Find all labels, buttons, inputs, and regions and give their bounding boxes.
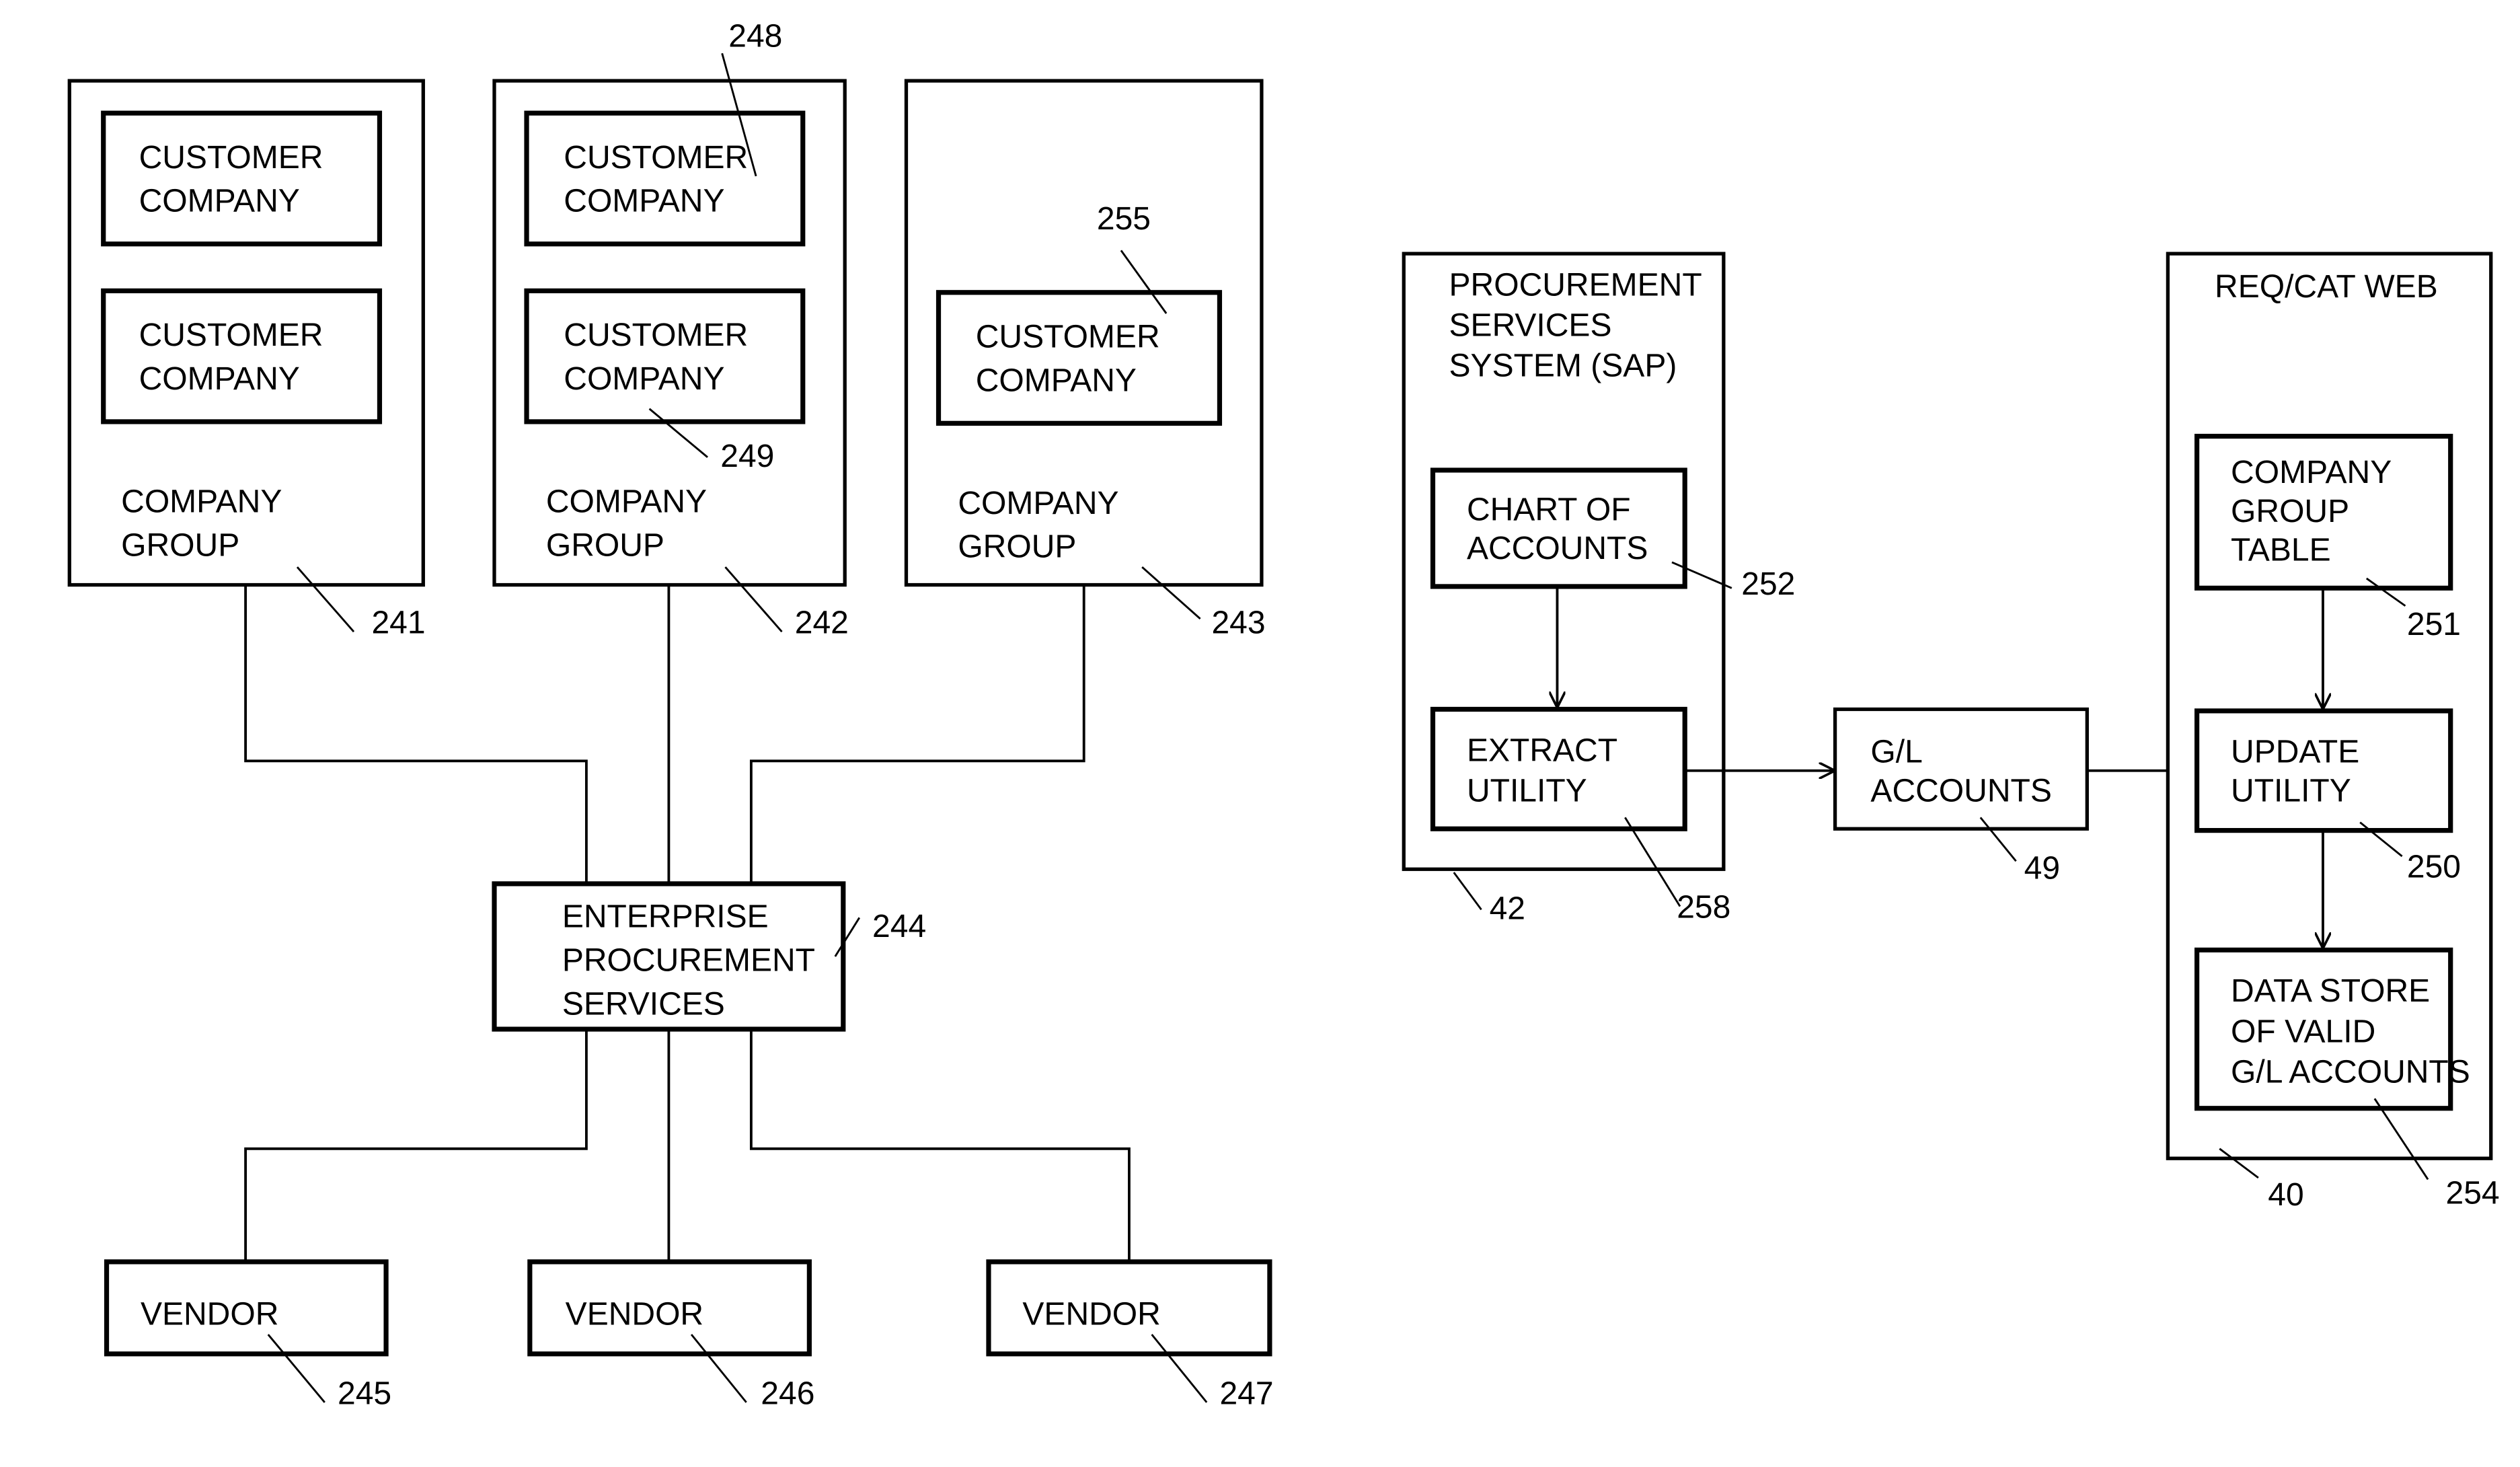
gl-accounts-label-line1: G/L [1870,735,1922,770]
customer-company-label-line2: COMPANY [976,363,1137,398]
vendor-label: VENDOR [141,1297,278,1332]
ref-number: 246 [761,1376,814,1411]
customer-company-label-line2: COMPANY [564,184,724,219]
ref-number: 241 [371,605,425,641]
hub-label-line1: ENTERPRISE [562,899,769,935]
company-group-table-label-line2: GROUP [2231,494,2349,529]
reqcat-web: REQ/CAT WEB 40 COMPANY GROUP TABLE 251 U… [2166,252,2500,1213]
extract-utility-label-line2: UTILITY [1467,773,1587,808]
gl-accounts-label-line2: ACCOUNTS [1870,773,2051,808]
vendor-box-246: VENDOR 246 [527,1259,814,1411]
ref-number: 49 [2024,851,2060,887]
company-group-label-line1: COMPANY [121,484,282,519]
ref-number: 251 [2407,607,2461,642]
customer-company-label-line1: CUSTOMER [976,319,1160,354]
data-store-label-line1: DATA STORE [2231,973,2430,1009]
data-store-label-line2: OF VALID [2231,1014,2375,1049]
customer-company-label-line1: CUSTOMER [139,317,323,353]
ref-number: 40 [2268,1177,2303,1213]
gl-accounts-box: G/L ACCOUNTS 49 [1833,707,2089,887]
sap-label-line2: SERVICES [1449,308,1612,344]
extract-utility-label-line1: EXTRACT [1467,732,1617,768]
ref-number: 258 [1677,889,1730,925]
company-group-table-label-line3: TABLE [2231,532,2331,568]
hub-label-line3: SERVICES [562,986,725,1022]
customer-company-label-line2: COMPANY [564,361,724,397]
ref-number: 42 [1490,891,1525,927]
ref-number: 244 [872,909,926,944]
hub-label-line2: PROCUREMENT [562,943,815,979]
ref-number: 248 [728,19,782,54]
ref-number: 254 [2446,1175,2500,1211]
ref-number: 255 [1097,201,1151,237]
customer-company-box: CUSTOMER COMPANY [101,110,383,247]
ref-number: 250 [2407,849,2461,885]
vendor-box-247: VENDOR 247 [986,1259,1274,1411]
customer-company-label-line1: CUSTOMER [139,140,323,176]
company-group-label-line2: GROUP [121,527,239,563]
ref-number: 243 [1211,605,1265,641]
company-group-table-label-line1: COMPANY [2231,455,2392,490]
company-group-label-line1: COMPANY [958,486,1118,521]
data-store-label-line3: G/L ACCOUNTS [2231,1054,2470,1090]
ref-number: 245 [338,1376,391,1411]
enterprise-procurement-services-box: ENTERPRISE PROCUREMENT SERVICES 244 [492,881,926,1032]
extract-utility-box: EXTRACT UTILITY 258 [1430,706,1730,925]
company-group-label-line2: GROUP [546,527,664,563]
connector-lines-bottom [244,1029,1131,1262]
procurement-services-system-sap: PROCUREMENT SERVICES SYSTEM (SAP) 42 CHA… [1402,252,1795,927]
update-utility-label-line2: UTILITY [2231,773,2351,808]
chart-of-accounts-box: CHART OF ACCOUNTS 252 [1430,467,1795,602]
customer-company-label-line1: CUSTOMER [564,140,748,176]
customer-company-box: CUSTOMER COMPANY [101,288,383,424]
sap-label-line3: SYSTEM (SAP) [1449,348,1677,384]
reqcat-label: REQ/CAT WEB [2215,269,2438,305]
vendor-label: VENDOR [1022,1297,1160,1332]
ref-number: 242 [795,605,849,641]
customer-company-label-line2: COMPANY [139,184,300,219]
chart-of-accounts-label-line1: CHART OF [1467,492,1631,527]
ref-number: 249 [720,439,774,474]
ref-number: 252 [1741,566,1795,602]
sap-label-line1: PROCUREMENT [1449,268,1702,303]
customer-company-box: CUSTOMER COMPANY 248 [524,19,806,247]
customer-company-label-line1: CUSTOMER [564,317,748,353]
company-group-label-line1: COMPANY [546,484,707,519]
company-group-243: CUSTOMER COMPANY 255 COMPANY GROUP 243 [904,79,1266,641]
update-utility-label-line1: UPDATE [2231,735,2359,770]
vendor-box-245: VENDOR 245 [104,1259,391,1411]
ref-number: 247 [1219,1376,1273,1411]
vendor-label: VENDOR [566,1297,703,1332]
company-group-label-line2: GROUP [958,529,1076,565]
customer-company-label-line2: COMPANY [139,361,300,397]
chart-of-accounts-label-line2: ACCOUNTS [1467,531,1648,566]
company-group-242: CUSTOMER COMPANY 248 CUSTOMER COMPANY 24… [492,19,849,641]
diagram-canvas: CUSTOMER COMPANY CUSTOMER COMPANY COMPAN… [67,19,2500,1411]
company-group-241: CUSTOMER COMPANY CUSTOMER COMPANY COMPAN… [67,79,426,641]
